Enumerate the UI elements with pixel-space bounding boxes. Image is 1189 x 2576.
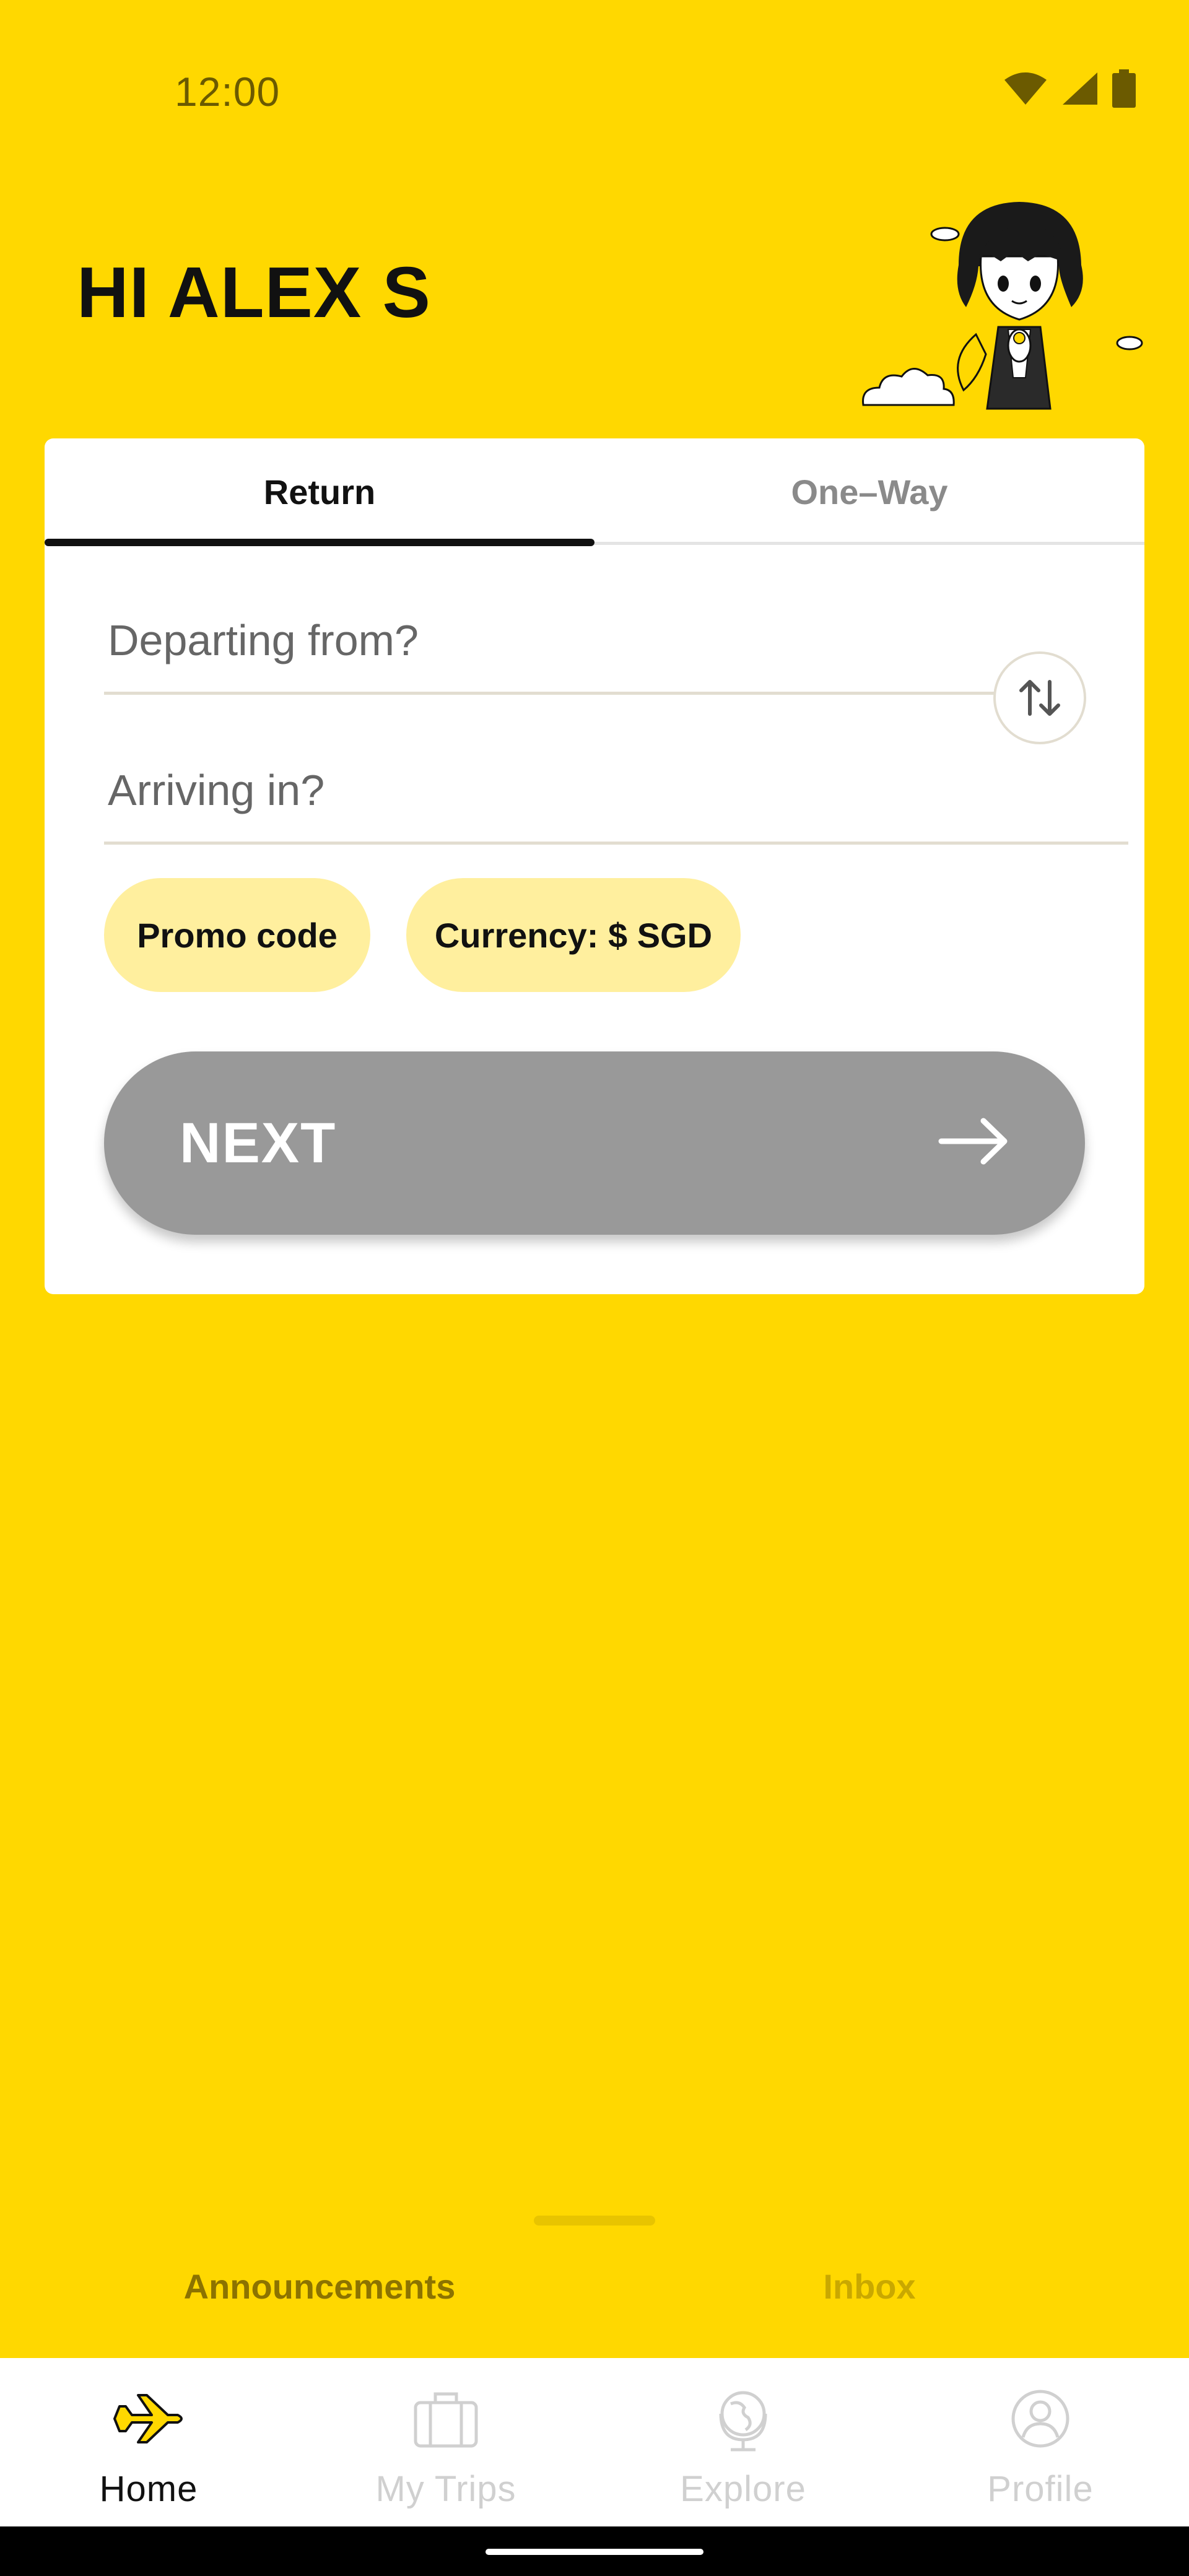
airplane-icon bbox=[113, 2394, 183, 2443]
battery-icon bbox=[1112, 69, 1136, 108]
home-screen: 12:00 HI ALEX S Return One–Way Departing… bbox=[0, 0, 1189, 2576]
trip-type-tabs: Return One–Way bbox=[45, 438, 1144, 546]
home-gesture-indicator[interactable] bbox=[486, 2549, 703, 2555]
nav-label-explore: Explore bbox=[680, 2469, 806, 2509]
nav-item-my-trips[interactable]: My Trips bbox=[297, 2358, 594, 2526]
bottom-navigation: Home My Trips Explore Profile bbox=[0, 2358, 1189, 2526]
flight-search-card: Return One–Way Departing from? Arriving … bbox=[45, 438, 1144, 1294]
arriving-in-field[interactable]: Arriving in? bbox=[104, 742, 1128, 845]
tab-return[interactable]: Return bbox=[45, 438, 594, 545]
departing-from-field[interactable]: Departing from? bbox=[104, 592, 1006, 695]
next-button-label: NEXT bbox=[180, 1112, 337, 1175]
system-navigation-bar bbox=[0, 2526, 1189, 2576]
mascot-illustration bbox=[862, 202, 1143, 410]
swap-arrows-icon bbox=[1019, 680, 1060, 716]
status-bar: 12:00 bbox=[0, 0, 1189, 186]
tab-announcements[interactable]: Announcements bbox=[22, 2266, 617, 2307]
status-icons bbox=[1003, 69, 1136, 108]
nav-item-explore[interactable]: Explore bbox=[594, 2358, 892, 2526]
suitcase-icon bbox=[414, 2392, 478, 2448]
swap-airports-button[interactable] bbox=[993, 651, 1086, 744]
nav-label-home: Home bbox=[99, 2469, 198, 2509]
person-icon bbox=[1011, 2390, 1069, 2448]
nav-item-profile[interactable]: Profile bbox=[892, 2358, 1189, 2526]
departing-from-placeholder: Departing from? bbox=[108, 616, 419, 664]
tab-inbox[interactable]: Inbox bbox=[572, 2266, 1167, 2307]
tab-one-way[interactable]: One–Way bbox=[594, 438, 1144, 545]
status-time: 12:00 bbox=[175, 69, 281, 115]
promo-code-chip[interactable]: Promo code bbox=[104, 878, 370, 992]
nav-item-home[interactable]: Home bbox=[0, 2358, 297, 2526]
arriving-in-placeholder: Arriving in? bbox=[108, 766, 325, 814]
wifi-icon bbox=[1004, 72, 1047, 105]
nav-label-my-trips: My Trips bbox=[375, 2469, 516, 2509]
nav-label-profile: Profile bbox=[987, 2469, 1094, 2509]
currency-chip[interactable]: Currency: $ SGD bbox=[406, 878, 741, 992]
bottom-sheet-handle[interactable] bbox=[534, 2216, 655, 2226]
cellular-signal-icon bbox=[1063, 72, 1097, 105]
selected-tab-indicator bbox=[45, 539, 594, 546]
arrow-right-icon bbox=[938, 1118, 1008, 1165]
greeting-title: HI ALEX S bbox=[77, 252, 431, 333]
next-button[interactable]: NEXT bbox=[104, 1051, 1085, 1235]
globe-icon bbox=[719, 2391, 767, 2452]
